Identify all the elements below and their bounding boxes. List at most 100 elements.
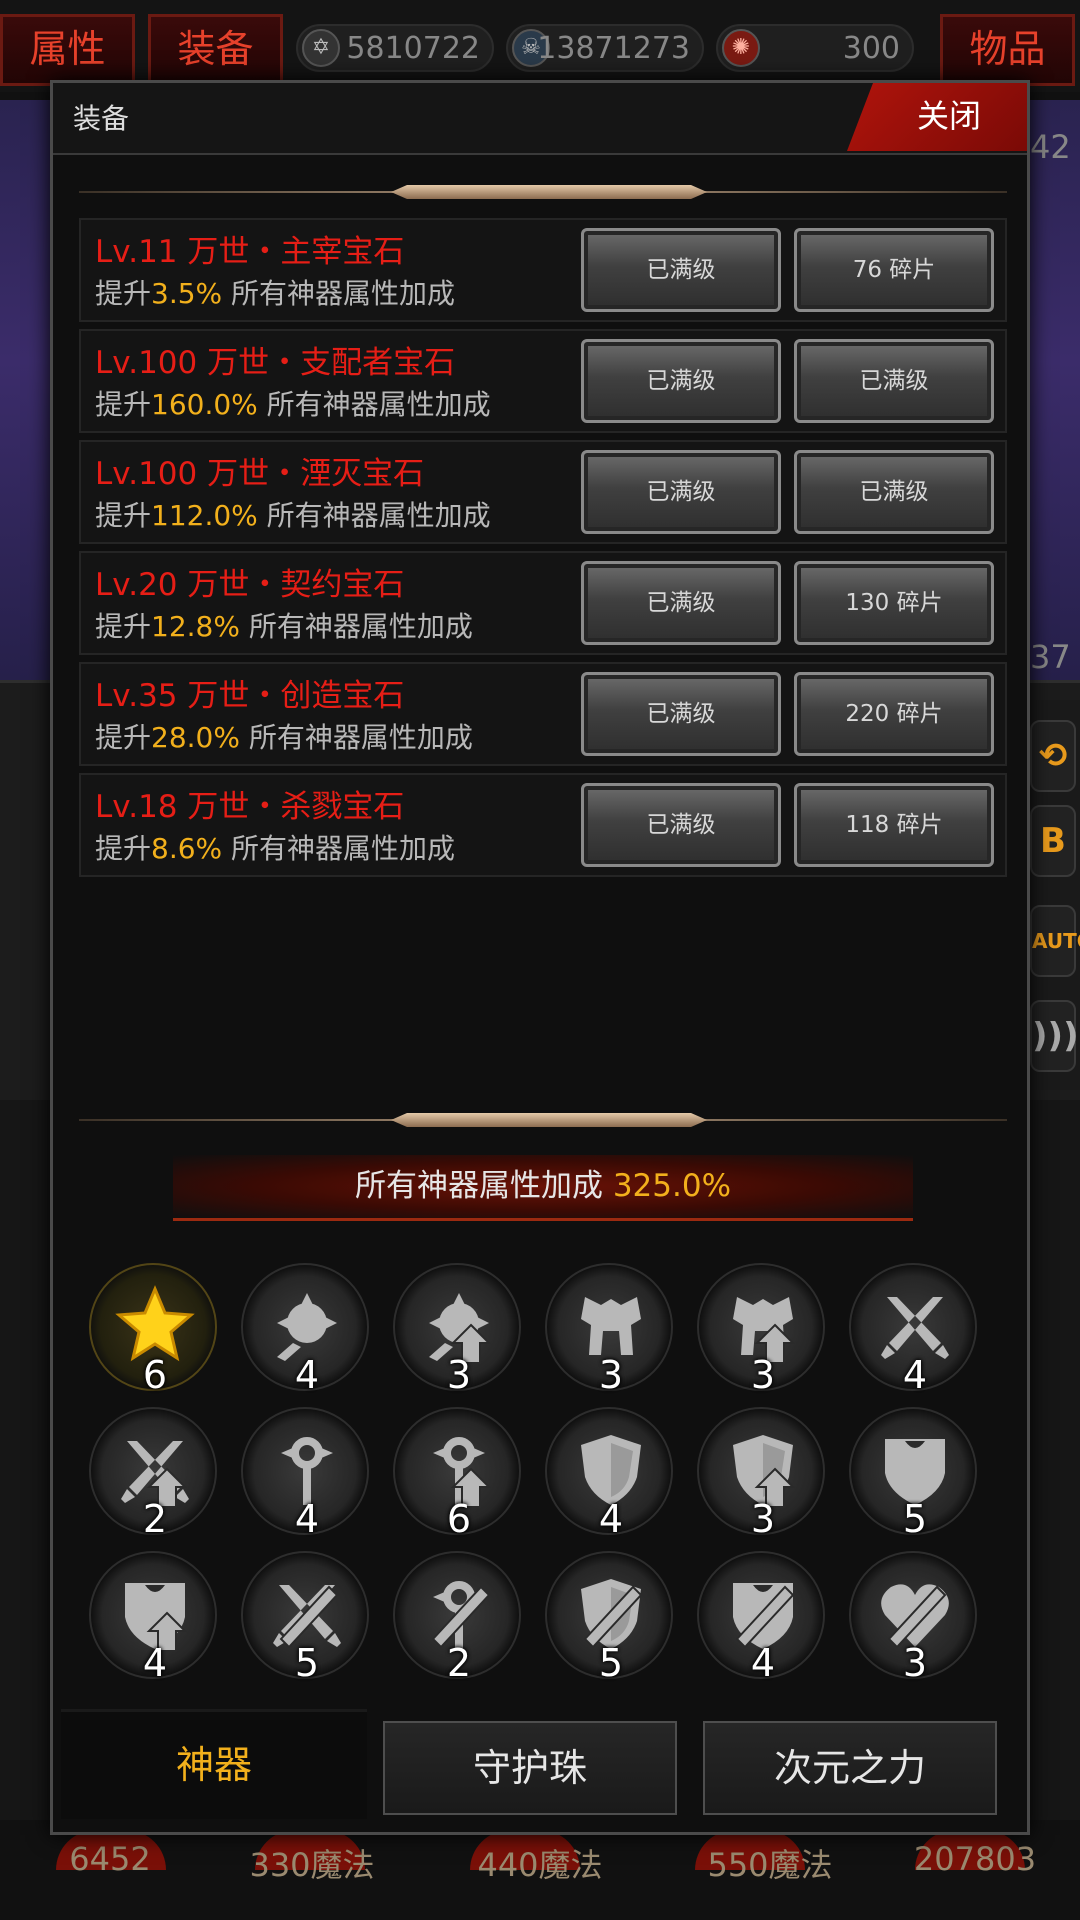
gem-desc-prefix: 提升 — [95, 610, 152, 643]
bottom-tab-bar: 神器 守护珠 次元之力 — [61, 1709, 1021, 1819]
resource-skull: ☠ 13871273 — [506, 24, 704, 72]
artifact-count: 5 — [598, 1641, 624, 1685]
gem-level-button[interactable]: 已满级 — [581, 561, 781, 645]
gem-bonus-percent: 12.8% — [151, 610, 240, 643]
gem-name: Lv.18 万世・杀戮宝石 — [95, 789, 405, 825]
artifact-slot[interactable]: 3 — [849, 1551, 977, 1685]
artifact-count: 3 — [750, 1497, 776, 1541]
tab-attributes[interactable]: 属性 — [0, 14, 135, 86]
resource-gold-value: 5810722 — [346, 31, 480, 66]
gem-description: 提升112.0% 所有神器属性加成 — [95, 494, 491, 534]
gem-name: Lv.20 万世・契约宝石 — [95, 567, 405, 603]
tab-equipment[interactable]: 装备 — [148, 14, 283, 86]
gem-desc-suffix: 所有神器属性加成 — [222, 277, 456, 310]
divider — [79, 185, 1007, 199]
gem-bonus-percent: 8.6% — [151, 832, 223, 865]
artifact-count: 4 — [294, 1497, 320, 1541]
artifact-slot[interactable]: 6 — [393, 1407, 521, 1541]
tab-items[interactable]: 物品 — [940, 14, 1075, 86]
artifact-slot[interactable]: 2 — [89, 1407, 217, 1541]
gem-row: Lv.11 万世・主宰宝石 提升3.5% 所有神器属性加成 已满级 76 碎片 — [79, 218, 1007, 322]
artifact-slot[interactable]: 4 — [545, 1407, 673, 1541]
hexagram-coin-icon: ✡ — [302, 29, 340, 67]
side-sound-icon[interactable]: ))) — [1030, 1000, 1079, 1072]
artifact-count: 3 — [902, 1641, 928, 1685]
side-b-icon[interactable]: B — [1030, 805, 1076, 877]
gem-desc-prefix: 提升 — [95, 277, 152, 310]
gem-level-button[interactable]: 已满级 — [581, 228, 781, 312]
side-switch-icon[interactable]: ⟲ — [1030, 720, 1076, 792]
gem-upgrade-button[interactable]: 220 碎片 — [794, 672, 994, 756]
tab-dimension-power[interactable]: 次元之力 — [703, 1721, 997, 1815]
total-bonus-bar: 所有神器属性加成 325.0% — [173, 1155, 913, 1221]
artifact-slot[interactable]: 4 — [89, 1551, 217, 1685]
gem-upgrade-button[interactable]: 76 碎片 — [794, 228, 994, 312]
artifact-slot[interactable]: 4 — [849, 1263, 977, 1397]
top-bar: 属性 装备 物品 ✡ 5810722 ☠ 13871273 ✺ 300 — [0, 0, 1080, 92]
gem-name: Lv.100 万世・支配者宝石 — [95, 345, 456, 381]
divider — [79, 1113, 1007, 1127]
bottom-item-value: 550魔法 — [707, 1846, 833, 1884]
gem-row: Lv.20 万世・契约宝石 提升12.8% 所有神器属性加成 已满级 130 碎片 — [79, 551, 1007, 655]
gem-description: 提升8.6% 所有神器属性加成 — [95, 827, 455, 867]
gem-level-button[interactable]: 已满级 — [581, 339, 781, 423]
game-screen: ⟲ B AUTO ))) 42 37 属性 装备 物品 ✡ 5810722 ☠ … — [0, 0, 1080, 1920]
gem-level-button[interactable]: 已满级 — [581, 783, 781, 867]
close-button[interactable]: 关闭 — [847, 83, 1027, 151]
artifact-slot[interactable]: 4 — [241, 1407, 369, 1541]
artifact-count: 3 — [446, 1353, 472, 1397]
background-number-top: 42 — [1030, 128, 1071, 166]
gem-level-button[interactable]: 已满级 — [581, 450, 781, 534]
gem-upgrade-button[interactable]: 已满级 — [794, 450, 994, 534]
artifact-count: 5 — [902, 1497, 928, 1541]
total-bonus-value: 325.0% — [612, 1168, 732, 1204]
resource-red: ✺ 300 — [716, 24, 914, 72]
artifact-count: 2 — [446, 1641, 472, 1685]
artifact-slot[interactable]: 3 — [545, 1263, 673, 1397]
gem-desc-prefix: 提升 — [95, 388, 152, 421]
artifact-count: 6 — [142, 1353, 168, 1397]
gem-bonus-percent: 28.0% — [151, 721, 240, 754]
artifact-slot[interactable]: 3 — [393, 1263, 521, 1397]
tab-guardian-orbs[interactable]: 守护珠 — [383, 1721, 677, 1815]
artifact-slot[interactable]: 3 — [697, 1407, 825, 1541]
modal-header: 装备 关闭 — [53, 83, 1027, 155]
artifact-slot[interactable]: 3 — [697, 1263, 825, 1397]
artifact-count: 4 — [598, 1497, 624, 1541]
modal-title: 装备 — [73, 102, 130, 135]
gem-desc-suffix: 所有神器属性加成 — [257, 388, 491, 421]
background-number-mid: 37 — [1030, 638, 1071, 676]
artifact-slot[interactable]: 6 — [89, 1263, 217, 1397]
gem-description: 提升12.8% 所有神器属性加成 — [95, 605, 473, 645]
gem-desc-suffix: 所有神器属性加成 — [257, 499, 491, 532]
total-bonus-label: 所有神器属性加成 — [354, 1168, 603, 1204]
gem-upgrade-button[interactable]: 118 碎片 — [794, 783, 994, 867]
gem-upgrade-button[interactable]: 130 碎片 — [794, 561, 994, 645]
gem-description: 提升160.0% 所有神器属性加成 — [95, 383, 491, 423]
artifact-slot[interactable]: 5 — [849, 1407, 977, 1541]
bottom-item-value: 6452 — [69, 1840, 151, 1878]
artifact-slot[interactable]: 5 — [545, 1551, 673, 1685]
gem-description: 提升28.0% 所有神器属性加成 — [95, 716, 473, 756]
artifact-count: 4 — [294, 1353, 320, 1397]
resource-red-value: 300 — [842, 31, 900, 66]
gem-desc-suffix: 所有神器属性加成 — [239, 721, 473, 754]
gem-desc-suffix: 所有神器属性加成 — [222, 832, 456, 865]
artifact-count: 6 — [446, 1497, 472, 1541]
artifact-slot[interactable]: 4 — [697, 1551, 825, 1685]
gem-bonus-percent: 3.5% — [151, 277, 223, 310]
artifact-count: 5 — [294, 1641, 320, 1685]
gem-row: Lv.35 万世・创造宝石 提升28.0% 所有神器属性加成 已满级 220 碎片 — [79, 662, 1007, 766]
bottom-item-value: 330魔法 — [249, 1846, 375, 1884]
gem-row: Lv.18 万世・杀戮宝石 提升8.6% 所有神器属性加成 已满级 118 碎片 — [79, 773, 1007, 877]
gem-level-button[interactable]: 已满级 — [581, 672, 781, 756]
gem-name: Lv.35 万世・创造宝石 — [95, 678, 405, 714]
artifact-slot[interactable]: 5 — [241, 1551, 369, 1685]
red-swirl-icon: ✺ — [722, 29, 760, 67]
resource-gold: ✡ 5810722 — [296, 24, 494, 72]
artifact-slot[interactable]: 2 — [393, 1551, 521, 1685]
tab-artifacts[interactable]: 神器 — [61, 1709, 367, 1819]
side-auto-icon[interactable]: AUTO — [1030, 905, 1080, 977]
artifact-slot[interactable]: 4 — [241, 1263, 369, 1397]
gem-upgrade-button[interactable]: 已满级 — [794, 339, 994, 423]
